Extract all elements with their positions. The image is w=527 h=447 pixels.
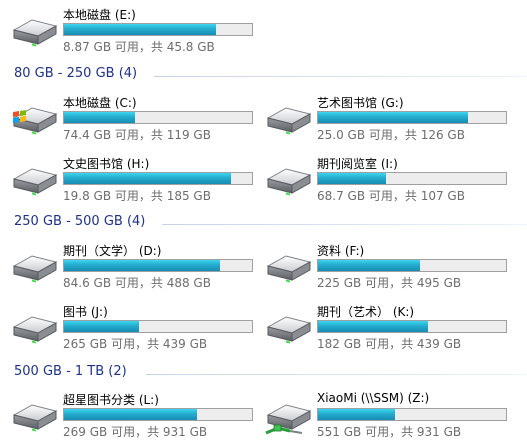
group-header-500-1tb[interactable]: 500 GB - 1 TB (2): [0, 364, 527, 384]
drive-usage-bar: [317, 408, 507, 421]
drive-usage-fill: [64, 112, 135, 123]
drive-usage-fill: [64, 321, 140, 332]
drive-item-l[interactable]: 超星图书分类 (L:) 269 GB 可用，共 931 GB: [10, 391, 260, 443]
group-divider: [162, 224, 527, 225]
drive-usage-fill: [318, 112, 469, 123]
drive-usage-fill: [318, 409, 396, 420]
drive-usage-fill: [64, 24, 216, 35]
drive-name: 超星图书分类 (L:): [63, 393, 159, 407]
hard-drive-icon: [10, 305, 60, 349]
drive-space-text: 68.7 GB 可用，共 107 GB: [317, 189, 465, 203]
drive-space-text: 225 GB 可用，共 495 GB: [317, 276, 462, 290]
hard-drive-icon: [264, 96, 314, 140]
group-title: 80 GB - 250 GB (4): [14, 66, 138, 81]
drive-item-f[interactable]: 资料 (F:) 225 GB 可用，共 495 GB: [264, 242, 514, 294]
drive-space-text: 19.8 GB 可用，共 185 GB: [63, 189, 211, 203]
hard-drive-icon: [10, 8, 60, 52]
drive-usage-fill: [318, 321, 428, 332]
drive-usage-bar: [317, 320, 507, 333]
drive-usage-bar: [63, 172, 253, 185]
drive-space-text: 269 GB 可用，共 931 GB: [63, 425, 208, 439]
drive-item-c[interactable]: 本地磁盘 (C:) 74.4 GB 可用，共 119 GB: [10, 94, 260, 146]
drive-usage-fill: [318, 173, 386, 184]
drive-usage-fill: [64, 409, 198, 420]
group-divider: [146, 374, 527, 375]
drive-name: 期刊阅览室 (I:): [317, 157, 398, 171]
hard-drive-icon: [10, 393, 60, 437]
drive-usage-bar: [63, 259, 253, 272]
drive-space-text: 25.0 GB 可用，共 126 GB: [317, 128, 465, 142]
drive-space-text: 265 GB 可用，共 439 GB: [63, 337, 208, 351]
drive-usage-fill: [318, 260, 421, 271]
drive-item-i[interactable]: 期刊阅览室 (I:) 68.7 GB 可用，共 107 GB: [264, 155, 514, 207]
drive-name: 本地磁盘 (C:): [63, 96, 137, 110]
drive-item-k[interactable]: 期刊（艺术） (K:) 182 GB 可用，共 439 GB: [264, 303, 514, 355]
drive-item-h[interactable]: 文史图书馆 (H:) 19.8 GB 可用，共 185 GB: [10, 155, 260, 207]
drive-usage-bar: [63, 320, 253, 333]
drive-name: 艺术图书馆 (G:): [317, 96, 404, 110]
drive-usage-bar: [317, 259, 507, 272]
drive-name: 资料 (F:): [317, 244, 365, 258]
drive-space-text: 182 GB 可用，共 439 GB: [317, 337, 462, 351]
hard-drive-icon: [10, 244, 60, 288]
drive-usage-bar: [63, 408, 253, 421]
group-title: 500 GB - 1 TB (2): [14, 364, 127, 379]
drive-space-text: 84.6 GB 可用，共 488 GB: [63, 276, 211, 290]
drive-name: 期刊（艺术） (K:): [317, 305, 415, 319]
group-header-80-250[interactable]: 80 GB - 250 GB (4): [0, 66, 527, 86]
drive-item-g[interactable]: 艺术图书馆 (G:) 25.0 GB 可用，共 126 GB: [264, 94, 514, 146]
drive-usage-bar: [317, 111, 507, 124]
drive-usage-fill: [64, 260, 221, 271]
drive-item-j[interactable]: 图书 (J:) 265 GB 可用，共 439 GB: [10, 303, 260, 355]
drive-name: XiaoMi (\\SSM) (Z:): [317, 391, 430, 405]
windows-system-drive-icon: [13, 96, 60, 140]
drive-usage-fill: [64, 173, 232, 184]
drive-usage-bar: [63, 23, 253, 36]
hard-drive-icon: [264, 157, 314, 201]
drive-item-z[interactable]: XiaoMi (\\SSM) (Z:) 551 GB 可用，共 931 GB: [264, 391, 514, 443]
drive-space-text: 74.4 GB 可用，共 119 GB: [63, 128, 211, 142]
group-title: 250 GB - 500 GB (4): [14, 214, 146, 229]
drive-space-text: 551 GB 可用，共 931 GB: [317, 425, 462, 439]
hard-drive-icon: [264, 305, 314, 349]
drive-name: 文史图书馆 (H:): [63, 157, 150, 171]
drive-space-text: 8.87 GB 可用，共 45.8 GB: [63, 40, 215, 54]
drive-item-d[interactable]: 期刊（文学） (D:) 84.6 GB 可用，共 488 GB: [10, 242, 260, 294]
drive-name: 图书 (J:): [63, 305, 108, 319]
network-drive-icon: [265, 393, 314, 435]
drive-usage-bar: [317, 172, 507, 185]
drive-name: 本地磁盘 (E:): [63, 8, 136, 22]
drive-name: 期刊（文学） (D:): [63, 244, 162, 258]
drive-item-e[interactable]: 本地磁盘 (E:) 8.87 GB 可用，共 45.8 GB: [10, 6, 260, 58]
drive-usage-bar: [63, 111, 253, 124]
hard-drive-icon: [264, 244, 314, 288]
group-divider: [154, 76, 527, 77]
group-header-250-500[interactable]: 250 GB - 500 GB (4): [0, 214, 527, 234]
hard-drive-icon: [10, 157, 60, 201]
